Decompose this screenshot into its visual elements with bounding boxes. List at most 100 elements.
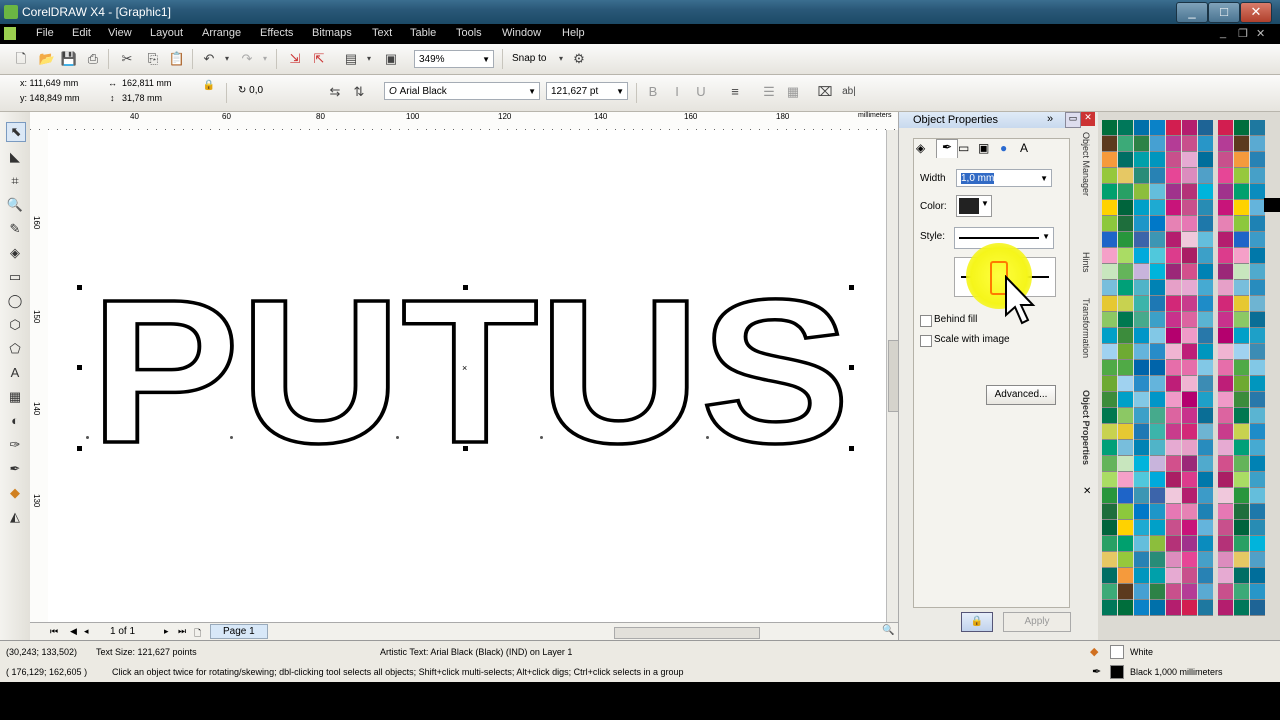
color-swatch[interactable] [1150, 280, 1165, 296]
color-swatch[interactable] [1166, 376, 1181, 392]
outline-tool-icon[interactable]: ✒ [6, 460, 24, 478]
selection-handle[interactable] [463, 285, 468, 290]
color-swatch[interactable] [1118, 200, 1133, 216]
color-swatch[interactable] [1250, 520, 1265, 536]
doc-minimize-icon[interactable]: _ [1220, 27, 1226, 39]
color-swatch[interactable] [1102, 360, 1117, 376]
color-swatch[interactable] [1218, 504, 1233, 520]
color-swatch[interactable] [1234, 152, 1249, 168]
color-swatch[interactable] [1250, 152, 1265, 168]
behind-fill-checkbox[interactable] [920, 315, 932, 327]
coreldraw-app-icon[interactable] [4, 5, 18, 19]
color-swatch[interactable] [1102, 232, 1117, 248]
color-swatch[interactable] [1102, 120, 1117, 136]
color-swatch[interactable] [1150, 152, 1165, 168]
color-swatch[interactable] [1182, 488, 1197, 504]
color-swatch[interactable] [1234, 312, 1249, 328]
color-swatch[interactable] [1250, 216, 1265, 232]
color-swatch[interactable] [1166, 136, 1181, 152]
color-swatch[interactable] [1234, 536, 1249, 552]
shape-tool-icon[interactable]: ◣ [6, 148, 24, 166]
vertical-ruler[interactable]: 160 150 140 130 [30, 130, 49, 622]
color-swatch[interactable] [1118, 264, 1133, 280]
color-swatch[interactable] [1118, 184, 1133, 200]
format-text-icon[interactable]: ⌧ [816, 83, 834, 101]
color-swatch[interactable] [1218, 136, 1233, 152]
color-swatch[interactable] [1166, 520, 1181, 536]
color-swatch[interactable] [1182, 536, 1197, 552]
color-swatch[interactable] [1250, 392, 1265, 408]
color-swatch[interactable] [1166, 328, 1181, 344]
color-swatch[interactable] [1150, 424, 1165, 440]
selection-handle[interactable] [463, 446, 468, 451]
color-swatch[interactable] [1150, 520, 1165, 536]
color-swatch[interactable] [1218, 456, 1233, 472]
color-swatch[interactable] [1134, 520, 1149, 536]
menu-layout[interactable]: Layout [150, 27, 183, 39]
color-swatch[interactable] [1182, 232, 1197, 248]
color-swatch[interactable] [1182, 376, 1197, 392]
detail-tab-icon[interactable]: ▣ [978, 141, 989, 155]
color-swatch[interactable] [1234, 520, 1249, 536]
outline-color-picker[interactable]: ▼ [956, 195, 992, 217]
interactive-fill-tool-icon[interactable]: ◭ [6, 508, 24, 526]
text-tool-icon[interactable]: A [6, 364, 24, 382]
color-swatch[interactable] [1198, 504, 1213, 520]
menu-edit[interactable]: Edit [72, 27, 91, 39]
menu-bitmaps[interactable]: Bitmaps [312, 27, 352, 39]
tab-object-manager[interactable]: Object Manager [1081, 132, 1091, 196]
color-swatch[interactable] [1166, 600, 1181, 616]
color-swatch[interactable] [1166, 440, 1181, 456]
color-swatch[interactable] [1218, 264, 1233, 280]
color-swatch[interactable] [1102, 216, 1117, 232]
color-swatch[interactable] [1166, 568, 1181, 584]
color-swatch[interactable] [1182, 520, 1197, 536]
putus-text[interactable]: PUTUS [88, 255, 852, 488]
new-document-icon[interactable]: 🗋 [12, 50, 30, 68]
color-swatch[interactable] [1182, 120, 1197, 136]
color-swatch[interactable] [1218, 584, 1233, 600]
color-swatch[interactable] [1118, 408, 1133, 424]
color-swatch[interactable] [1118, 536, 1133, 552]
color-swatch[interactable] [1166, 200, 1181, 216]
color-swatch[interactable] [1182, 200, 1197, 216]
underline-icon[interactable]: U [692, 83, 710, 101]
color-swatch[interactable] [1250, 248, 1265, 264]
color-swatch[interactable] [1134, 296, 1149, 312]
color-swatch[interactable] [1198, 424, 1213, 440]
color-swatch[interactable] [1218, 184, 1233, 200]
color-swatch[interactable] [1166, 344, 1181, 360]
internet-tab-icon[interactable]: ● [1000, 141, 1007, 155]
color-swatch[interactable] [1218, 296, 1233, 312]
color-swatch[interactable] [1182, 248, 1197, 264]
menu-window[interactable]: Window [502, 27, 541, 39]
color-swatch[interactable] [1182, 152, 1197, 168]
color-swatch[interactable] [1250, 456, 1265, 472]
color-swatch[interactable] [1198, 392, 1213, 408]
color-swatch[interactable] [1234, 456, 1249, 472]
color-swatch[interactable] [1102, 504, 1117, 520]
color-swatch[interactable] [1182, 168, 1197, 184]
color-swatch[interactable] [1218, 408, 1233, 424]
color-swatch[interactable] [1166, 488, 1181, 504]
color-swatch[interactable] [1250, 584, 1265, 600]
color-swatch[interactable] [1234, 344, 1249, 360]
lock-ratio-icon[interactable]: 🔒 [200, 77, 218, 95]
color-swatch[interactable] [1198, 552, 1213, 568]
color-swatch[interactable] [1250, 440, 1265, 456]
color-swatch[interactable] [1250, 568, 1265, 584]
color-swatch[interactable] [1102, 376, 1117, 392]
color-swatch[interactable] [1234, 392, 1249, 408]
color-swatch[interactable] [1118, 152, 1133, 168]
color-swatch[interactable] [1166, 248, 1181, 264]
tab-hints[interactable]: Hints [1081, 252, 1091, 273]
color-swatch[interactable] [1218, 280, 1233, 296]
color-swatch[interactable] [1134, 584, 1149, 600]
color-swatch[interactable] [1134, 568, 1149, 584]
color-swatch[interactable] [1118, 280, 1133, 296]
color-swatch[interactable] [1134, 600, 1149, 616]
color-swatch[interactable] [1134, 552, 1149, 568]
color-swatch[interactable] [1150, 216, 1165, 232]
color-swatch[interactable] [1250, 488, 1265, 504]
color-swatch[interactable] [1150, 472, 1165, 488]
